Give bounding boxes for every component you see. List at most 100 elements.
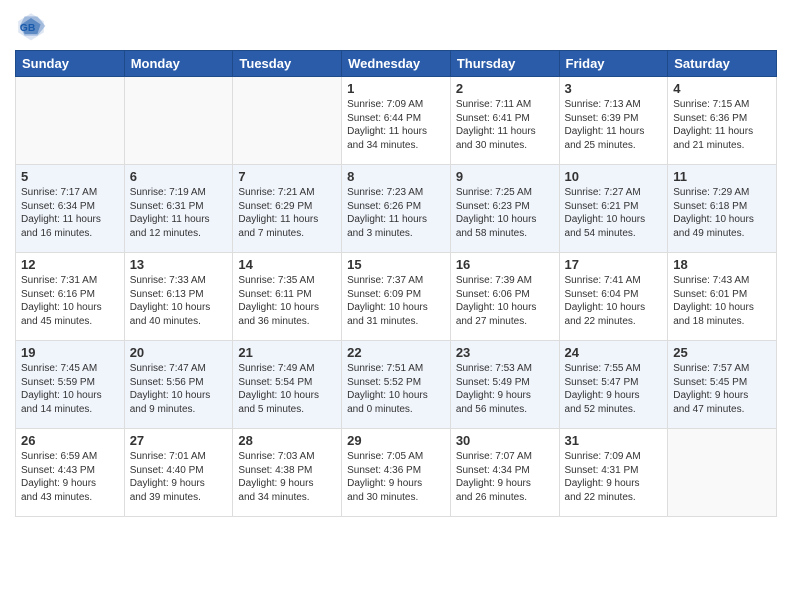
calendar-cell: 8 Sunrise: 7:23 AM Sunset: 6:26 PM Daylig… (342, 165, 451, 253)
calendar-table: SundayMondayTuesdayWednesdayThursdayFrid… (15, 50, 777, 517)
calendar-cell (16, 77, 125, 165)
calendar-cell: 30 Sunrise: 7:07 AM Sunset: 4:34 PM Dayli… (450, 429, 559, 517)
day-number: 15 (347, 257, 445, 272)
day-info: Sunrise: 7:25 AM Sunset: 6:23 PM Dayligh… (456, 186, 554, 240)
calendar-cell: 24 Sunrise: 7:55 AM Sunset: 5:47 PM Dayli… (559, 341, 668, 429)
day-info: Sunrise: 7:09 AM Sunset: 4:31 PM Dayligh… (565, 450, 663, 504)
day-info: Sunrise: 7:55 AM Sunset: 5:47 PM Dayligh… (565, 362, 663, 416)
day-number: 11 (673, 169, 771, 184)
calendar-week-5: 26 Sunrise: 6:59 AM Sunset: 4:43 PM Dayli… (16, 429, 777, 517)
calendar-cell: 27Sunrise: 7:01 AM Sunset: 4:40 PM Dayli… (124, 429, 233, 517)
day-number: 13 (130, 257, 228, 272)
calendar-cell: 11 Sunrise: 7:29 AM Sunset: 6:18 PM Dayli… (668, 165, 777, 253)
calendar-cell: 19Sunrise: 7:45 AM Sunset: 5:59 PM Dayli… (16, 341, 125, 429)
calendar-week-4: 19Sunrise: 7:45 AM Sunset: 5:59 PM Dayli… (16, 341, 777, 429)
day-number: 28 (238, 433, 336, 448)
day-header-tuesday: Tuesday (233, 51, 342, 77)
calendar-week-2: 5Sunrise: 7:17 AM Sunset: 6:34 PM Daylig… (16, 165, 777, 253)
calendar-cell: 2 Sunrise: 7:11 AM Sunset: 6:41 PM Daylig… (450, 77, 559, 165)
day-header-monday: Monday (124, 51, 233, 77)
day-info: Sunrise: 7:27 AM Sunset: 6:21 PM Dayligh… (565, 186, 663, 240)
calendar-cell: 1 Sunrise: 7:09 AM Sunset: 6:44 PM Daylig… (342, 77, 451, 165)
day-header-sunday: Sunday (16, 51, 125, 77)
calendar-cell (668, 429, 777, 517)
day-info: Sunrise: 7:11 AM Sunset: 6:41 PM Dayligh… (456, 98, 554, 152)
day-info: Sunrise: 7:51 AM Sunset: 5:52 PM Dayligh… (347, 362, 445, 416)
calendar-cell: 26 Sunrise: 6:59 AM Sunset: 4:43 PM Dayli… (16, 429, 125, 517)
day-number: 4 (673, 81, 771, 96)
calendar-cell: 15 Sunrise: 7:37 AM Sunset: 6:09 PM Dayli… (342, 253, 451, 341)
calendar-cell (233, 77, 342, 165)
calendar-week-1: 1 Sunrise: 7:09 AM Sunset: 6:44 PM Daylig… (16, 77, 777, 165)
day-info: Sunrise: 7:47 AM Sunset: 5:56 PM Dayligh… (130, 362, 228, 416)
calendar-cell: 14Sunrise: 7:35 AM Sunset: 6:11 PM Dayli… (233, 253, 342, 341)
header: GB (15, 10, 777, 42)
day-info: Sunrise: 7:05 AM Sunset: 4:36 PM Dayligh… (347, 450, 445, 504)
calendar-cell: 10 Sunrise: 7:27 AM Sunset: 6:21 PM Dayli… (559, 165, 668, 253)
day-info: Sunrise: 7:23 AM Sunset: 6:26 PM Dayligh… (347, 186, 445, 240)
calendar-cell: 20 Sunrise: 7:47 AM Sunset: 5:56 PM Dayli… (124, 341, 233, 429)
calendar-cell: 12 Sunrise: 7:31 AM Sunset: 6:16 PM Dayli… (16, 253, 125, 341)
calendar-header-row: SundayMondayTuesdayWednesdayThursdayFrid… (16, 51, 777, 77)
day-number: 21 (238, 345, 336, 360)
day-header-friday: Friday (559, 51, 668, 77)
day-number: 7 (238, 169, 336, 184)
day-number: 16 (456, 257, 554, 272)
calendar-cell: 5Sunrise: 7:17 AM Sunset: 6:34 PM Daylig… (16, 165, 125, 253)
day-number: 20 (130, 345, 228, 360)
calendar-cell: 18Sunrise: 7:43 AM Sunset: 6:01 PM Dayli… (668, 253, 777, 341)
day-info: Sunrise: 7:53 AM Sunset: 5:49 PM Dayligh… (456, 362, 554, 416)
day-info: Sunrise: 7:57 AM Sunset: 5:45 PM Dayligh… (673, 362, 771, 416)
day-number: 27 (130, 433, 228, 448)
day-info: Sunrise: 7:07 AM Sunset: 4:34 PM Dayligh… (456, 450, 554, 504)
day-header-wednesday: Wednesday (342, 51, 451, 77)
day-info: Sunrise: 6:59 AM Sunset: 4:43 PM Dayligh… (21, 450, 119, 504)
day-number: 30 (456, 433, 554, 448)
calendar-cell: 31 Sunrise: 7:09 AM Sunset: 4:31 PM Dayli… (559, 429, 668, 517)
day-number: 8 (347, 169, 445, 184)
calendar-cell (124, 77, 233, 165)
calendar-cell: 3Sunrise: 7:13 AM Sunset: 6:39 PM Daylig… (559, 77, 668, 165)
day-number: 6 (130, 169, 228, 184)
calendar-cell: 4 Sunrise: 7:15 AM Sunset: 6:36 PM Daylig… (668, 77, 777, 165)
day-number: 24 (565, 345, 663, 360)
calendar-cell: 17 Sunrise: 7:41 AM Sunset: 6:04 PM Dayli… (559, 253, 668, 341)
day-info: Sunrise: 7:15 AM Sunset: 6:36 PM Dayligh… (673, 98, 771, 152)
day-number: 23 (456, 345, 554, 360)
calendar-cell: 6 Sunrise: 7:19 AM Sunset: 6:31 PM Daylig… (124, 165, 233, 253)
day-number: 18 (673, 257, 771, 272)
svg-text:GB: GB (20, 23, 36, 34)
calendar-cell: 25 Sunrise: 7:57 AM Sunset: 5:45 PM Dayli… (668, 341, 777, 429)
day-info: Sunrise: 7:33 AM Sunset: 6:13 PM Dayligh… (130, 274, 228, 328)
calendar-cell: 23 Sunrise: 7:53 AM Sunset: 5:49 PM Dayli… (450, 341, 559, 429)
day-info: Sunrise: 7:09 AM Sunset: 6:44 PM Dayligh… (347, 98, 445, 152)
day-number: 10 (565, 169, 663, 184)
calendar-cell: 16 Sunrise: 7:39 AM Sunset: 6:06 PM Dayli… (450, 253, 559, 341)
day-number: 26 (21, 433, 119, 448)
day-info: Sunrise: 7:41 AM Sunset: 6:04 PM Dayligh… (565, 274, 663, 328)
day-number: 5 (21, 169, 119, 184)
day-number: 31 (565, 433, 663, 448)
calendar-cell: 9Sunrise: 7:25 AM Sunset: 6:23 PM Daylig… (450, 165, 559, 253)
calendar-cell: 29 Sunrise: 7:05 AM Sunset: 4:36 PM Dayli… (342, 429, 451, 517)
day-number: 2 (456, 81, 554, 96)
day-info: Sunrise: 7:49 AM Sunset: 5:54 PM Dayligh… (238, 362, 336, 416)
day-info: Sunrise: 7:29 AM Sunset: 6:18 PM Dayligh… (673, 186, 771, 240)
day-info: Sunrise: 7:39 AM Sunset: 6:06 PM Dayligh… (456, 274, 554, 328)
day-number: 1 (347, 81, 445, 96)
day-number: 25 (673, 345, 771, 360)
calendar-cell: 22 Sunrise: 7:51 AM Sunset: 5:52 PM Dayli… (342, 341, 451, 429)
day-number: 22 (347, 345, 445, 360)
day-number: 19 (21, 345, 119, 360)
day-number: 29 (347, 433, 445, 448)
logo-icon: GB (15, 10, 47, 42)
day-info: Sunrise: 7:19 AM Sunset: 6:31 PM Dayligh… (130, 186, 228, 240)
day-number: 12 (21, 257, 119, 272)
calendar-cell: 7Sunrise: 7:21 AM Sunset: 6:29 PM Daylig… (233, 165, 342, 253)
day-info: Sunrise: 7:37 AM Sunset: 6:09 PM Dayligh… (347, 274, 445, 328)
day-number: 17 (565, 257, 663, 272)
day-info: Sunrise: 7:31 AM Sunset: 6:16 PM Dayligh… (21, 274, 119, 328)
day-info: Sunrise: 7:35 AM Sunset: 6:11 PM Dayligh… (238, 274, 336, 328)
calendar-cell: 28Sunrise: 7:03 AM Sunset: 4:38 PM Dayli… (233, 429, 342, 517)
calendar-cell: 21 Sunrise: 7:49 AM Sunset: 5:54 PM Dayli… (233, 341, 342, 429)
